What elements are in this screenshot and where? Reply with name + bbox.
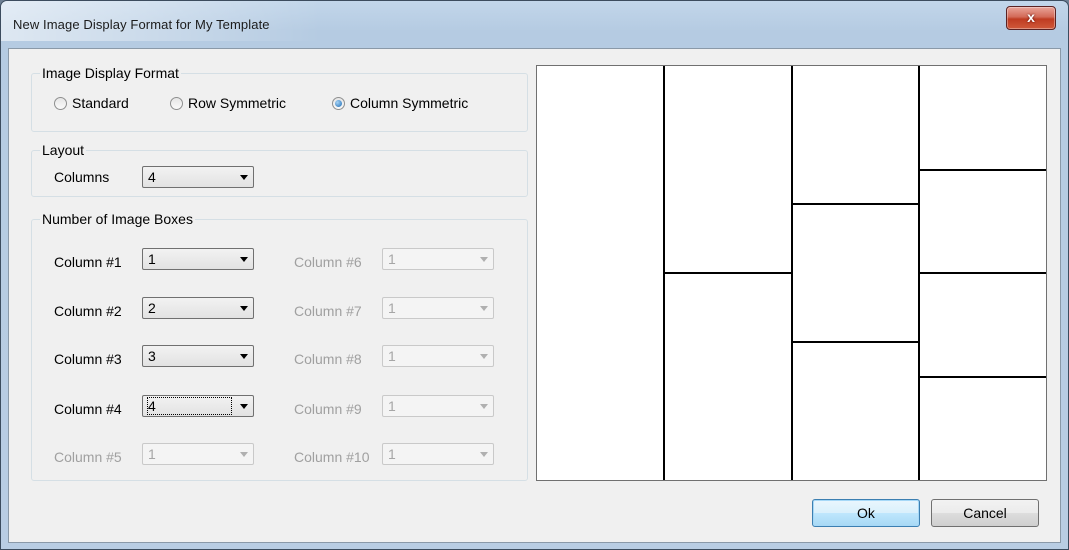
radio-column-symmetric[interactable]: Column Symmetric [332,95,468,111]
dropdown-value: 1 [388,446,396,462]
close-icon: x [1027,9,1035,25]
chevron-down-icon [480,306,488,311]
dropdown-value: 1 [148,446,156,462]
column-8-dropdown[interactable]: 1 [382,345,494,367]
dropdown-value: 4 [147,397,232,415]
chevron-down-icon [480,257,488,262]
column-3-label: Column #3 [54,351,122,367]
column-9-dropdown[interactable]: 1 [382,395,494,417]
cancel-button[interactable]: Cancel [931,499,1039,527]
radio-row-symmetric[interactable]: Row Symmetric [170,95,286,111]
dropdown-value: 1 [388,251,396,267]
column-5-dropdown[interactable]: 1 [142,443,254,465]
chevron-down-icon [240,306,248,311]
title-bar[interactable]: New Image Display Format for My Template… [1,1,1068,41]
column-6-label: Column #6 [294,254,362,270]
dialog-client-area: Image Display Format Standard Row Symmet… [8,48,1061,543]
dropdown-value: 3 [148,348,156,364]
chevron-down-icon [240,404,248,409]
image-display-format-title: Image Display Format [40,65,181,81]
dropdown-value: 2 [148,300,156,316]
column-7-dropdown[interactable]: 1 [382,297,494,319]
radio-label: Column Symmetric [350,95,469,111]
column-4-label: Column #4 [54,401,122,417]
image-boxes-group: Number of Image Boxes Column #1 1 Column… [31,211,528,481]
layout-group: Layout Columns 4 [31,142,528,197]
column-5-label: Column #5 [54,449,122,465]
column-2-dropdown[interactable]: 2 [142,297,254,319]
dropdown-value: 1 [388,398,396,414]
column-3-dropdown[interactable]: 3 [142,345,254,367]
close-button[interactable]: x [1006,6,1056,30]
chevron-down-icon [240,452,248,457]
dropdown-value: 1 [388,300,396,316]
column-4-dropdown[interactable]: 4 [142,395,254,417]
column-9-label: Column #9 [294,401,362,417]
window-title: New Image Display Format for My Template [13,17,270,32]
dialog-window: New Image Display Format for My Template… [0,0,1069,550]
column-7-label: Column #7 [294,303,362,319]
radio-standard[interactable]: Standard [54,95,129,111]
column-2-label: Column #2 [54,303,122,319]
image-boxes-title: Number of Image Boxes [40,211,195,227]
radio-label: Standard [72,95,129,111]
ok-button[interactable]: Ok [812,499,920,527]
layout-title: Layout [40,142,87,158]
radio-indicator [54,96,67,110]
column-6-dropdown[interactable]: 1 [382,248,494,270]
column-10-dropdown[interactable]: 1 [382,443,494,465]
columns-dropdown-value: 4 [148,169,156,185]
column-1-label: Column #1 [54,254,122,270]
radio-label: Row Symmetric [188,95,287,111]
dropdown-value: 1 [388,348,396,364]
chevron-down-icon [480,452,488,457]
chevron-down-icon [480,404,488,409]
column-1-dropdown[interactable]: 1 [142,248,254,270]
chevron-down-icon [240,257,248,262]
column-8-label: Column #8 [294,351,362,367]
columns-dropdown[interactable]: 4 [142,166,254,188]
column-10-label: Column #10 [294,449,370,465]
columns-label: Columns [54,169,110,185]
layout-preview-canvas [663,66,1046,480]
layout-preview [536,65,1047,481]
chevron-down-icon [240,354,248,359]
image-display-format-group: Image Display Format Standard Row Symmet… [31,65,528,132]
chevron-down-icon [480,354,488,359]
radio-indicator-checked [332,96,345,110]
radio-indicator [170,96,183,110]
chevron-down-icon [240,175,248,180]
dropdown-value: 1 [148,251,156,267]
